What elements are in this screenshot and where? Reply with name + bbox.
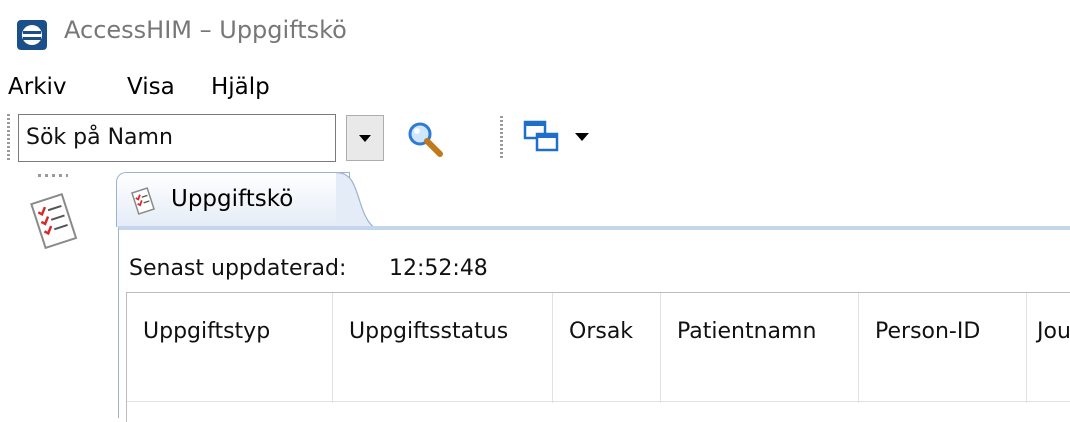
last-updated-label: Senast uppdaterad: [129,256,347,281]
title-bar: AccessHIM – Uppgiftskö [0,0,1070,66]
task-table: Uppgiftstyp Uppgiftsstatus Orsak Patient… [126,292,1070,422]
column-header-uppgiftsstatus[interactable]: Uppgiftsstatus [333,293,553,403]
editor-area: Uppgiftskö Senast uppdaterad: 12:52:48 U… [110,166,1070,422]
magnifier-icon[interactable] [405,119,445,159]
chevron-down-icon[interactable] [575,133,589,141]
task-list-icon [131,187,155,215]
column-header-patientnamn[interactable]: Patientnamn [661,293,859,403]
table-row[interactable] [127,401,1070,402]
search-input[interactable]: Sök på Namn [18,114,336,162]
tab-uppgiftsko[interactable]: Uppgiftskö [116,172,350,227]
tab-edge [336,172,378,230]
column-header-journal[interactable]: Jou [1027,293,1070,403]
menu-bar: Arkiv Visa Hjälp [0,70,1070,108]
dropdown-arrow-icon [359,135,371,142]
toolbar-grip[interactable] [7,114,10,162]
task-list-icon[interactable] [26,192,82,252]
last-updated-time: 12:52:48 [389,256,488,281]
toolbar: Sök på Namn [0,108,1070,166]
accesshim-logo-icon [17,20,47,50]
panel-grip[interactable] [38,174,68,177]
side-panel [0,166,110,418]
search-dropdown-button[interactable] [346,115,384,161]
column-header-person-id[interactable]: Person-ID [859,293,1027,403]
column-header-uppgiftstyp[interactable]: Uppgiftstyp [127,293,333,403]
menu-arkiv[interactable]: Arkiv [8,74,67,100]
window-title: AccessHIM – Uppgiftskö [64,16,347,44]
tab-label: Uppgiftskö [171,186,294,212]
column-header-orsak[interactable]: Orsak [553,293,661,403]
toolbar-separator [500,116,503,160]
menu-hjalp[interactable]: Hjälp [211,74,270,100]
windows-icon[interactable] [523,120,561,154]
menu-visa[interactable]: Visa [127,74,175,100]
